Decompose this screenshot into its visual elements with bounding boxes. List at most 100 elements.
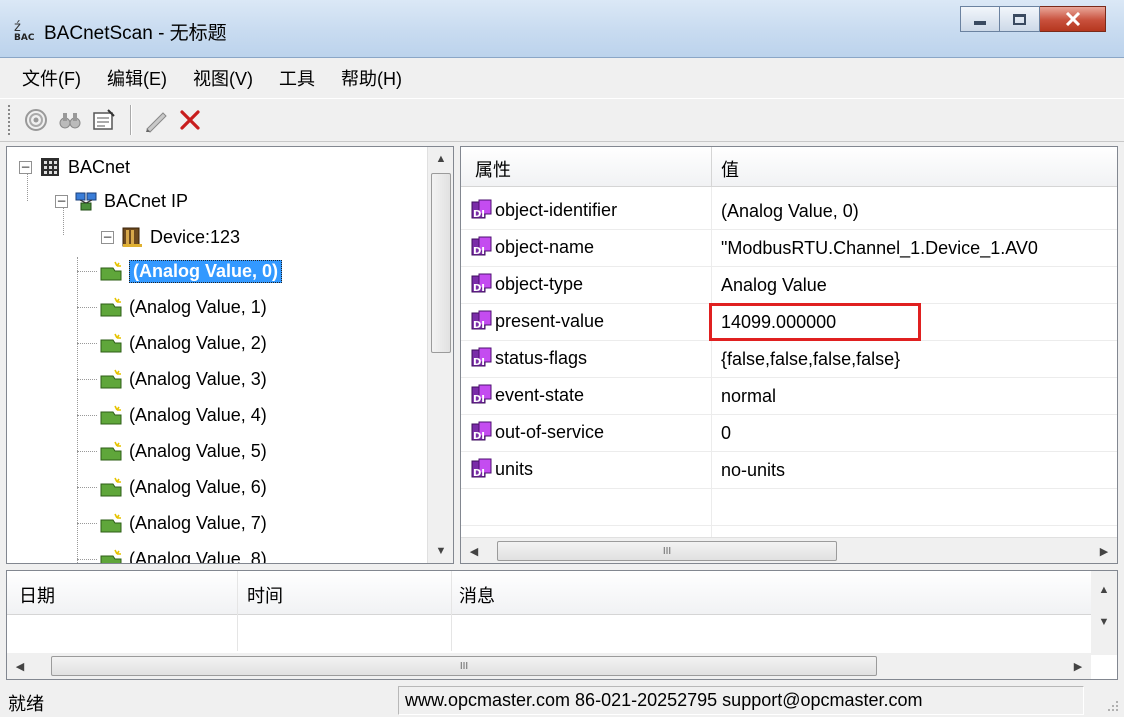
delete-button[interactable]: [174, 104, 206, 136]
tree-label: (Analog Value, 1): [129, 296, 267, 317]
device-icon: [122, 227, 142, 247]
column-header-property[interactable]: 属性: [475, 156, 511, 182]
menu-edit[interactable]: 编辑(E): [107, 65, 167, 91]
svg-text:DI: DI: [473, 209, 485, 220]
scroll-thumb[interactable]: III: [497, 541, 837, 561]
tree-node-object[interactable]: (Analog Value, 8): [77, 543, 267, 564]
column-header-message[interactable]: 消息: [459, 582, 495, 608]
log-horizontal-scrollbar[interactable]: ◀ III ▶: [7, 653, 1091, 679]
scroll-down-arrow[interactable]: ▼: [428, 539, 453, 563]
tree-node-device[interactable]: − Device:123: [101, 221, 240, 253]
tree-node-object[interactable]: (Analog Value, 1): [77, 291, 267, 323]
collapse-toggle[interactable]: −: [101, 230, 114, 244]
present-value-highlight: [709, 303, 921, 341]
scroll-up-arrow[interactable]: ▲: [428, 147, 453, 171]
property-name: object-name: [495, 236, 595, 257]
window-controls: [960, 6, 1106, 32]
tree-node-object[interactable]: (Analog Value, 0): [77, 255, 283, 287]
bacnet-root-icon: [41, 158, 59, 176]
properties-button[interactable]: [88, 104, 120, 136]
property-name: object-type: [495, 273, 584, 294]
tree-node-object[interactable]: (Analog Value, 2): [77, 327, 267, 359]
property-row[interactable]: DI event-state normal: [461, 378, 1117, 415]
menu-file[interactable]: 文件(F): [22, 65, 81, 91]
tree-node-bacnet-ip[interactable]: − BACnet IP: [55, 185, 188, 217]
tree-node-object[interactable]: (Analog Value, 3): [77, 363, 267, 395]
column-header-value[interactable]: 值: [721, 156, 739, 182]
property-list[interactable]: 属性 值 DI object-identifier (Analog Value, …: [460, 146, 1118, 564]
column-header-date[interactable]: 日期: [19, 582, 55, 608]
find-icon: [59, 113, 81, 129]
write-button[interactable]: [140, 104, 172, 136]
title-bar[interactable]: ź BAC BACnetScan - 无标题: [0, 0, 1124, 58]
status-contact-info: www.opcmaster.com 86-021-20252795 suppor…: [398, 686, 1084, 715]
tree-node-object[interactable]: (Analog Value, 4): [77, 399, 267, 431]
tree-connector: [77, 306, 97, 308]
tree-node-object[interactable]: (Analog Value, 5): [77, 435, 267, 467]
property-row[interactable]: DI object-name "ModbusRTU.Channel_1.Devic…: [461, 230, 1117, 267]
scroll-right-arrow[interactable]: ▶: [1065, 653, 1091, 679]
menu-tools[interactable]: 工具: [279, 65, 315, 91]
property-icon: DI: [471, 347, 492, 368]
resize-grip-icon[interactable]: [1104, 697, 1120, 713]
column-divider[interactable]: [237, 571, 238, 651]
tree-label: BACnet: [68, 156, 131, 177]
property-icon: DI: [471, 199, 492, 220]
collapse-toggle[interactable]: −: [55, 194, 68, 208]
object-tree[interactable]: − BACnet − BACnet IP − Device:123 (Analo…: [6, 146, 454, 564]
property-horizontal-scrollbar[interactable]: ◀ III ▶: [461, 537, 1117, 563]
property-row[interactable]: DI object-identifier (Analog Value, 0): [461, 193, 1117, 230]
minimize-button[interactable]: [960, 6, 1000, 32]
collapse-toggle[interactable]: −: [19, 160, 32, 174]
maximize-button[interactable]: [1000, 6, 1040, 32]
tree-label: (Analog Value, 8): [129, 548, 267, 564]
tree-label: (Analog Value, 2): [129, 332, 267, 353]
scroll-right-arrow[interactable]: ▶: [1091, 538, 1117, 563]
scroll-left-arrow[interactable]: ◀: [461, 538, 487, 563]
status-bar: 就绪 www.opcmaster.com 86-021-20252795 sup…: [0, 684, 1124, 717]
log-vertical-scrollbar[interactable]: ▲ ▼: [1091, 571, 1117, 655]
scroll-left-arrow[interactable]: ◀: [7, 653, 33, 679]
svg-text:DI: DI: [473, 431, 485, 442]
scroll-thumb[interactable]: [431, 173, 451, 353]
column-header-time[interactable]: 时间: [247, 582, 283, 608]
tree-connector: [77, 558, 97, 560]
toolbar-grip[interactable]: [8, 105, 12, 135]
scroll-thumb[interactable]: III: [51, 656, 877, 676]
analog-value-icon: [100, 333, 122, 353]
close-button[interactable]: [1040, 6, 1106, 32]
app-window: ź BAC BACnetScan - 无标题 文件(F) 编辑(E) 视图(V)…: [0, 0, 1124, 717]
svg-text:DI: DI: [473, 320, 485, 331]
app-icon: ź BAC: [14, 20, 35, 42]
menu-view[interactable]: 视图(V): [193, 65, 253, 91]
scroll-up-arrow[interactable]: ▲: [1091, 577, 1117, 603]
scroll-down-arrow[interactable]: ▼: [1091, 609, 1117, 635]
tree-node-object[interactable]: (Analog Value, 7): [77, 507, 267, 539]
close-icon: [1065, 12, 1080, 26]
svg-text:DI: DI: [473, 283, 485, 294]
minimize-icon: [974, 21, 986, 25]
tree-vertical-scrollbar[interactable]: ▲ ▼: [427, 147, 453, 563]
property-row[interactable]: DI status-flags {false,false,false,false}: [461, 341, 1117, 378]
network-icon: [75, 192, 97, 211]
property-row[interactable]: DI object-type Analog Value: [461, 267, 1117, 304]
menu-help[interactable]: 帮助(H): [341, 65, 402, 91]
property-value: 0: [721, 423, 732, 443]
tree-connector: [77, 414, 97, 416]
column-divider[interactable]: [451, 571, 452, 651]
tree-node-object[interactable]: (Analog Value, 6): [77, 471, 267, 503]
tree-label: BACnet IP: [104, 190, 189, 211]
tree-label: (Analog Value, 4): [129, 404, 267, 425]
tree-node-bacnet[interactable]: − BACnet: [19, 151, 130, 183]
scan-button[interactable]: [20, 104, 52, 136]
find-button[interactable]: [54, 104, 86, 136]
log-list-header: 日期 时间 消息: [7, 571, 1091, 615]
property-row[interactable]: DI out-of-service 0: [461, 415, 1117, 452]
property-name: out-of-service: [495, 421, 605, 442]
svg-text:DI: DI: [473, 357, 485, 368]
log-list[interactable]: 日期 时间 消息 ▲ ▼ ◀ III ▶: [6, 570, 1118, 680]
column-divider[interactable]: [711, 147, 712, 187]
property-icon: DI: [471, 421, 492, 442]
property-row[interactable]: DI units no-units: [461, 452, 1117, 489]
property-name: object-identifier: [495, 199, 618, 220]
